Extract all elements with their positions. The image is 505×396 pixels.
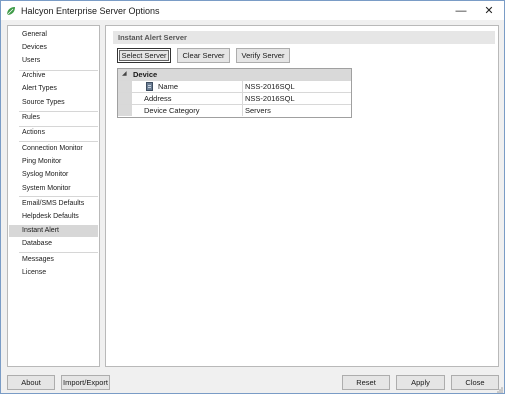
close-window-button[interactable]: ✕ (474, 1, 504, 20)
clear-server-button[interactable]: Clear Server (177, 48, 230, 63)
sidebar-item-license[interactable]: License (9, 267, 98, 279)
sidebar-item-general[interactable]: General (9, 29, 98, 41)
select-server-button[interactable]: Select Server (117, 48, 171, 63)
sidebar-item-rules[interactable]: Rules (9, 112, 98, 124)
title-bar: Halcyon Enterprise Server Options — ✕ (1, 1, 504, 20)
sidebar-item-messages[interactable]: Messages (9, 254, 98, 266)
sidebar-item-devices[interactable]: Devices (9, 42, 98, 54)
import-export-button[interactable]: Import/Export (61, 375, 110, 390)
sidebar-item-database[interactable]: Database (9, 238, 98, 250)
sidebar-divider (19, 196, 98, 197)
property-name: Address (132, 93, 243, 104)
sidebar-item-connection-monitor[interactable]: Connection Monitor (9, 143, 98, 155)
reset-button[interactable]: Reset (342, 375, 390, 390)
property-grid: ◢ Device Name NSS-2016SQL Address NSS-20… (117, 68, 352, 118)
options-sidebar: General Devices Users Archive Alert Type… (7, 25, 100, 367)
verify-server-button[interactable]: Verify Server (236, 48, 290, 63)
collapse-arrow-icon[interactable]: ◢ (122, 69, 127, 80)
sidebar-item-alert-types[interactable]: Alert Types (9, 83, 98, 95)
property-value[interactable]: NSS-2016SQL (244, 93, 351, 104)
property-gutter (118, 81, 132, 92)
sidebar-item-archive[interactable]: Archive (9, 70, 98, 82)
resize-grip-icon[interactable] (495, 385, 504, 394)
close-button[interactable]: Close (451, 375, 499, 390)
sidebar-divider (19, 141, 98, 142)
property-value[interactable]: NSS-2016SQL (244, 81, 351, 92)
server-icon (146, 82, 153, 91)
property-row-name[interactable]: Name NSS-2016SQL (118, 80, 351, 92)
property-value[interactable]: Servers (244, 105, 351, 116)
property-row-address[interactable]: Address NSS-2016SQL (118, 92, 351, 104)
sidebar-divider (19, 252, 98, 253)
about-button[interactable]: About (7, 375, 55, 390)
property-gutter (118, 105, 132, 116)
window-title: Halcyon Enterprise Server Options (21, 5, 160, 16)
apply-button[interactable]: Apply (396, 375, 445, 390)
sidebar-item-ping-monitor[interactable]: Ping Monitor (9, 156, 98, 168)
section-title: Instant Alert Server (113, 31, 495, 44)
options-content-panel: Instant Alert Server Select Server Clear… (105, 25, 499, 367)
sidebar-item-helpdesk-defaults[interactable]: Helpdesk Defaults (9, 211, 98, 223)
property-row-device-category[interactable]: Device Category Servers (118, 104, 351, 116)
sidebar-item-email-sms-defaults[interactable]: Email/SMS Defaults (9, 198, 98, 210)
options-window: Halcyon Enterprise Server Options — ✕ Ge… (0, 0, 505, 394)
minimize-button[interactable]: — (446, 1, 476, 20)
property-gutter (118, 93, 132, 104)
property-category-label: Device (133, 70, 158, 79)
sidebar-item-system-monitor[interactable]: System Monitor (9, 183, 98, 195)
sidebar-item-syslog-monitor[interactable]: Syslog Monitor (9, 169, 98, 181)
property-name: Name (132, 81, 243, 92)
sidebar-item-source-types[interactable]: Source Types (9, 97, 98, 109)
property-name: Device Category (132, 105, 243, 116)
sidebar-item-instant-alert[interactable]: Instant Alert (9, 225, 98, 237)
sidebar-item-actions[interactable]: Actions (9, 127, 98, 139)
sidebar-item-users[interactable]: Users (9, 55, 98, 67)
halcyon-leaf-icon (5, 5, 17, 17)
property-name-label: Name (158, 82, 179, 91)
property-category-row[interactable]: ◢ Device (118, 69, 351, 80)
